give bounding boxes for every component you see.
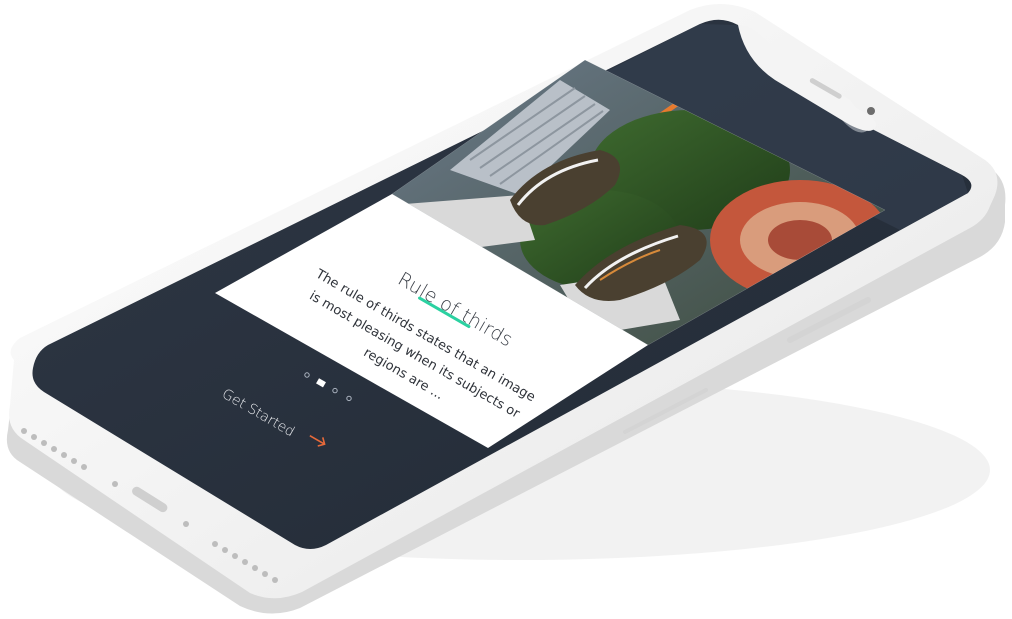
front-camera bbox=[867, 107, 875, 115]
screw-right bbox=[183, 521, 189, 527]
device-mockup: Rule of thirds The rule of thirds states… bbox=[0, 0, 1012, 619]
screw-left bbox=[112, 481, 118, 487]
iphone-scene bbox=[6, 3, 1006, 614]
